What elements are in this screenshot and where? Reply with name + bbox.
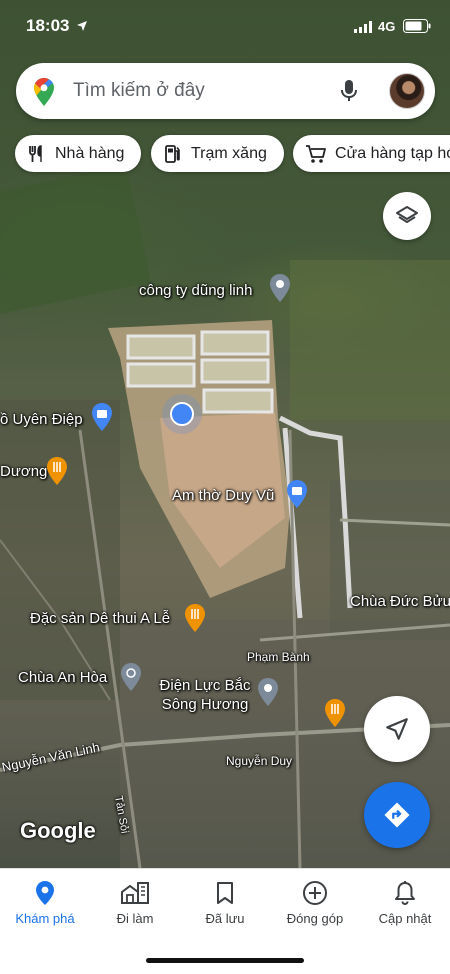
restaurant-pin-icon[interactable] (183, 603, 207, 633)
nav-saved[interactable]: Đã lưu (180, 879, 270, 926)
network-type: 4G (378, 19, 396, 34)
place-label-company[interactable]: công ty dũng linh (139, 282, 252, 299)
explore-pin-icon (36, 881, 54, 905)
nav-label: Cập nhật (378, 911, 432, 926)
street-label-pham-banh: Phạm Bành (247, 650, 310, 664)
layers-icon (396, 206, 418, 223)
layers-button[interactable] (383, 192, 431, 240)
place-label-uyen-diep[interactable]: ồ Uyên Điệp (0, 411, 83, 428)
nav-label: Đi làm (116, 911, 154, 926)
directions-button[interactable] (364, 782, 430, 848)
place-label-chua-an-hoa[interactable]: Chùa An Hòa (18, 669, 107, 686)
navigation-arrow-icon (386, 718, 408, 740)
home-indicator[interactable] (146, 958, 304, 963)
nav-commute[interactable]: Đi làm (90, 879, 180, 926)
avatar[interactable] (389, 73, 425, 109)
nav-contribute[interactable]: Đóng góp (270, 879, 360, 926)
chip-grocery[interactable]: Cửa hàng tạp hóa (293, 135, 450, 172)
street-label-nguyen-duy: Nguyễn Duy (226, 754, 293, 768)
place-label-chua-duc-buu[interactable]: Chùa Đức Bửu (350, 593, 450, 610)
microphone-icon[interactable] (340, 79, 358, 103)
google-maps-pin-icon (34, 78, 54, 106)
chip-label: Cửa hàng tạp hóa (335, 144, 450, 162)
place-label-am-tho[interactable]: Am thờ Duy Vũ (172, 487, 274, 504)
commute-icon (121, 882, 149, 904)
place-pin-icon[interactable] (256, 677, 280, 707)
place-label-duong[interactable]: Dương (0, 463, 47, 480)
chip-label: Nhà hàng (55, 144, 125, 162)
restaurant-icon (29, 144, 42, 162)
bell-icon (395, 881, 415, 906)
worship-pin-icon[interactable] (119, 662, 143, 692)
nav-updates[interactable]: Cập nhật (360, 879, 450, 926)
search-input[interactable]: Tìm kiếm ở đây (73, 80, 205, 102)
shopping-pin-icon[interactable] (285, 479, 309, 509)
my-location-button[interactable] (364, 696, 430, 762)
directions-icon (384, 802, 410, 828)
nav-explore[interactable]: Khám phá (0, 879, 90, 926)
google-logo: Google (20, 818, 96, 843)
restaurant-pin-icon[interactable] (45, 456, 69, 486)
status-bar: 18:03 4G (0, 0, 450, 52)
battery-icon (403, 19, 431, 33)
satellite-map[interactable]: công ty dũng linh ồ Uyên Điệp Dương Am t… (0, 0, 450, 868)
place-label-de-thui[interactable]: Đặc sản Dê thui A Lễ (30, 610, 170, 627)
nav-label: Đóng góp (286, 911, 344, 926)
signal-icon (354, 21, 372, 33)
place-label-dien-luc[interactable]: Điện Lực Bắc Sông Hương (155, 676, 255, 714)
status-time: 18:03 (26, 16, 70, 35)
chip-label: Trạm xăng (191, 144, 267, 162)
nav-label: Khám phá (15, 911, 75, 926)
restaurant-pin-icon[interactable] (323, 698, 347, 728)
nav-label: Đã lưu (205, 911, 245, 926)
place-pin-icon[interactable] (268, 273, 292, 303)
bookmark-icon (217, 882, 233, 904)
chip-gas-stations[interactable]: Trạm xăng (151, 135, 284, 172)
location-arrow-icon (77, 21, 87, 31)
current-location-dot (170, 402, 194, 426)
gas-station-icon (165, 144, 180, 163)
shopping-pin-icon[interactable] (90, 402, 114, 432)
search-bar[interactable]: Tìm kiếm ở đây (16, 63, 435, 119)
add-circle-icon (303, 881, 327, 905)
cart-icon (306, 144, 326, 163)
chip-restaurants[interactable]: Nhà hàng (15, 135, 141, 172)
